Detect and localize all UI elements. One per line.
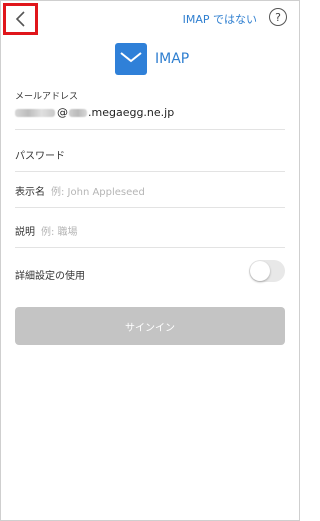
top-bar: IMAP ではない ? [1, 1, 299, 37]
screen: IMAP ではない ? IMAP メールアドレス @ .megaegg.ne.j… [0, 0, 300, 521]
display-name-field[interactable]: 表示名 例: John Appleseed [15, 173, 285, 208]
chevron-left-icon [15, 11, 25, 27]
help-icon[interactable]: ? [269, 8, 287, 26]
email-value: @ .megaegg.ne.jp [15, 106, 285, 119]
redacted-text [15, 108, 55, 117]
password-label: パスワード [15, 150, 65, 162]
display-name-label: 表示名 [15, 186, 45, 198]
email-at: @ [57, 106, 68, 119]
sign-in-button[interactable]: サインイン [15, 307, 285, 345]
password-field[interactable]: パスワード [15, 137, 285, 172]
advanced-settings-toggle[interactable] [249, 260, 285, 282]
not-imap-link[interactable]: IMAP ではない [183, 11, 257, 27]
display-name-placeholder: 例: John Appleseed [51, 186, 145, 198]
description-label: 説明 [15, 226, 35, 238]
advanced-settings-label: 詳細設定の使用 [15, 270, 85, 282]
account-type-header: IMAP [1, 43, 299, 77]
description-placeholder: 例: 職場 [41, 226, 78, 238]
advanced-settings-row: 詳細設定の使用 [15, 259, 285, 289]
account-type-title: IMAP [155, 51, 190, 67]
toggle-knob [250, 261, 270, 281]
email-field[interactable]: メールアドレス @ .megaegg.ne.jp [15, 89, 285, 130]
redacted-text [69, 108, 87, 117]
back-button[interactable] [3, 3, 38, 35]
email-domain: .megaegg.ne.jp [88, 106, 175, 119]
email-label: メールアドレス [15, 92, 79, 102]
description-field[interactable]: 説明 例: 職場 [15, 213, 285, 248]
mail-envelope-icon [115, 43, 147, 75]
